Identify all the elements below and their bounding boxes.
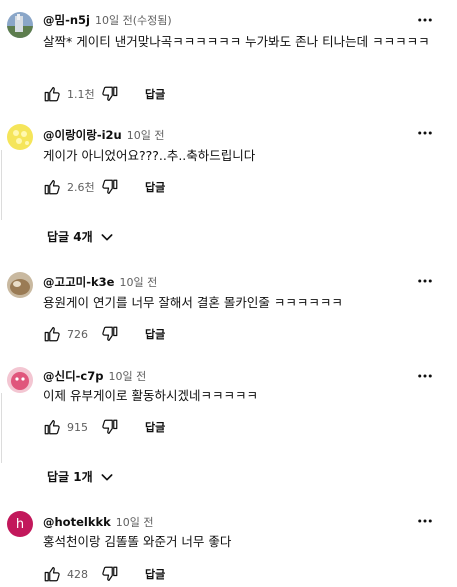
comment-text: 이제 유부게이로 활동하시겠네ㅋㅋㅋㅋㅋ — [43, 388, 258, 403]
comment-actions: 1.1천 답글 — [43, 85, 165, 103]
thumb-down-icon[interactable] — [101, 565, 119, 583]
comment-actions: 2.6천 답글 — [43, 178, 165, 196]
thumb-up-icon[interactable] — [43, 178, 61, 196]
comment-header: @이랑이랑-i2u 10일 전 — [43, 127, 164, 143]
show-replies-button[interactable]: 답글 1개 — [47, 468, 115, 485]
comment-actions: 726 답글 — [43, 325, 165, 343]
like-count: 2.6천 — [67, 181, 95, 194]
thumb-up-icon[interactable] — [43, 85, 61, 103]
more-vertical-icon[interactable] — [416, 124, 434, 142]
comment-header: @고고미-k3e 10일 전 — [43, 274, 157, 290]
comment-text: 홍석천이랑 김똘똘 와준거 너무 좋다 — [43, 534, 232, 549]
reply-button[interactable]: 답글 — [145, 179, 165, 195]
comment-header: @hotelkkk 10일 전 — [43, 514, 154, 530]
more-vertical-icon[interactable] — [416, 367, 434, 385]
chevron-down-icon — [99, 229, 115, 245]
author-name[interactable]: @신디-c7p — [43, 369, 103, 383]
like-count: 1.1천 — [67, 88, 95, 101]
thread-line — [1, 393, 2, 463]
chevron-down-icon — [99, 469, 115, 485]
author-name[interactable]: @고고미-k3e — [43, 275, 114, 289]
thumb-down-icon[interactable] — [101, 178, 119, 196]
thumb-down-icon[interactable] — [101, 85, 119, 103]
more-vertical-icon[interactable] — [416, 11, 434, 29]
comment-text: 용원게이 연기를 너무 잘해서 결혼 몰카인줄 ㅋㅋㅋㅋㅋㅋ — [43, 295, 343, 310]
comment-actions: 915 답글 — [43, 418, 165, 436]
reply-button[interactable]: 답글 — [145, 419, 165, 435]
reply-button[interactable]: 답글 — [145, 566, 165, 582]
comment-actions: 428 답글 — [43, 565, 165, 583]
avatar[interactable] — [7, 124, 33, 150]
comment-time[interactable]: 10일 전 — [119, 276, 157, 289]
more-vertical-icon[interactable] — [416, 272, 434, 290]
replies-count-label: 답글 1개 — [47, 470, 93, 484]
like-count: 915 — [67, 420, 88, 434]
avatar[interactable]: h — [7, 511, 33, 537]
like-count: 428 — [67, 567, 88, 581]
avatar-letter: h — [15, 516, 25, 532]
author-name[interactable]: @hotelkkk — [43, 515, 111, 529]
thumb-up-icon[interactable] — [43, 418, 61, 436]
author-name[interactable]: @밈-n5j — [43, 13, 90, 27]
comment-time[interactable]: 10일 전 — [108, 370, 146, 383]
reply-button[interactable]: 답글 — [145, 86, 165, 102]
thumb-down-icon[interactable] — [101, 418, 119, 436]
more-vertical-icon[interactable] — [416, 512, 434, 530]
thumb-up-icon[interactable] — [43, 565, 61, 583]
avatar[interactable] — [7, 367, 33, 393]
avatar[interactable] — [7, 12, 33, 38]
reply-button[interactable]: 답글 — [145, 326, 165, 342]
thumb-up-icon[interactable] — [43, 325, 61, 343]
show-replies-button[interactable]: 답글 4개 — [47, 228, 115, 245]
comment-text: 게이가 아니었어요???..추..축하드립니다 — [43, 148, 256, 163]
comment-header: @밈-n5j 10일 전(수정됨) — [43, 12, 172, 28]
comment-time[interactable]: 10일 전 — [127, 129, 165, 142]
author-name[interactable]: @이랑이랑-i2u — [43, 128, 122, 142]
thumb-down-icon[interactable] — [101, 325, 119, 343]
like-count: 726 — [67, 327, 88, 341]
comment-header: @신디-c7p 10일 전 — [43, 368, 146, 384]
replies-count-label: 답글 4개 — [47, 230, 93, 244]
comment-time[interactable]: 10일 전 — [116, 516, 154, 529]
comment-text: 살짝* 게이티 낸거맞나곡ㅋㅋㅋㅋㅋㅋ 누가봐도 존나 티나는데 ㅋㅋㅋㅋㅋ — [43, 34, 430, 49]
comment-time[interactable]: 10일 전(수정됨) — [95, 14, 172, 27]
thread-line — [1, 150, 2, 220]
avatar[interactable] — [7, 272, 33, 298]
